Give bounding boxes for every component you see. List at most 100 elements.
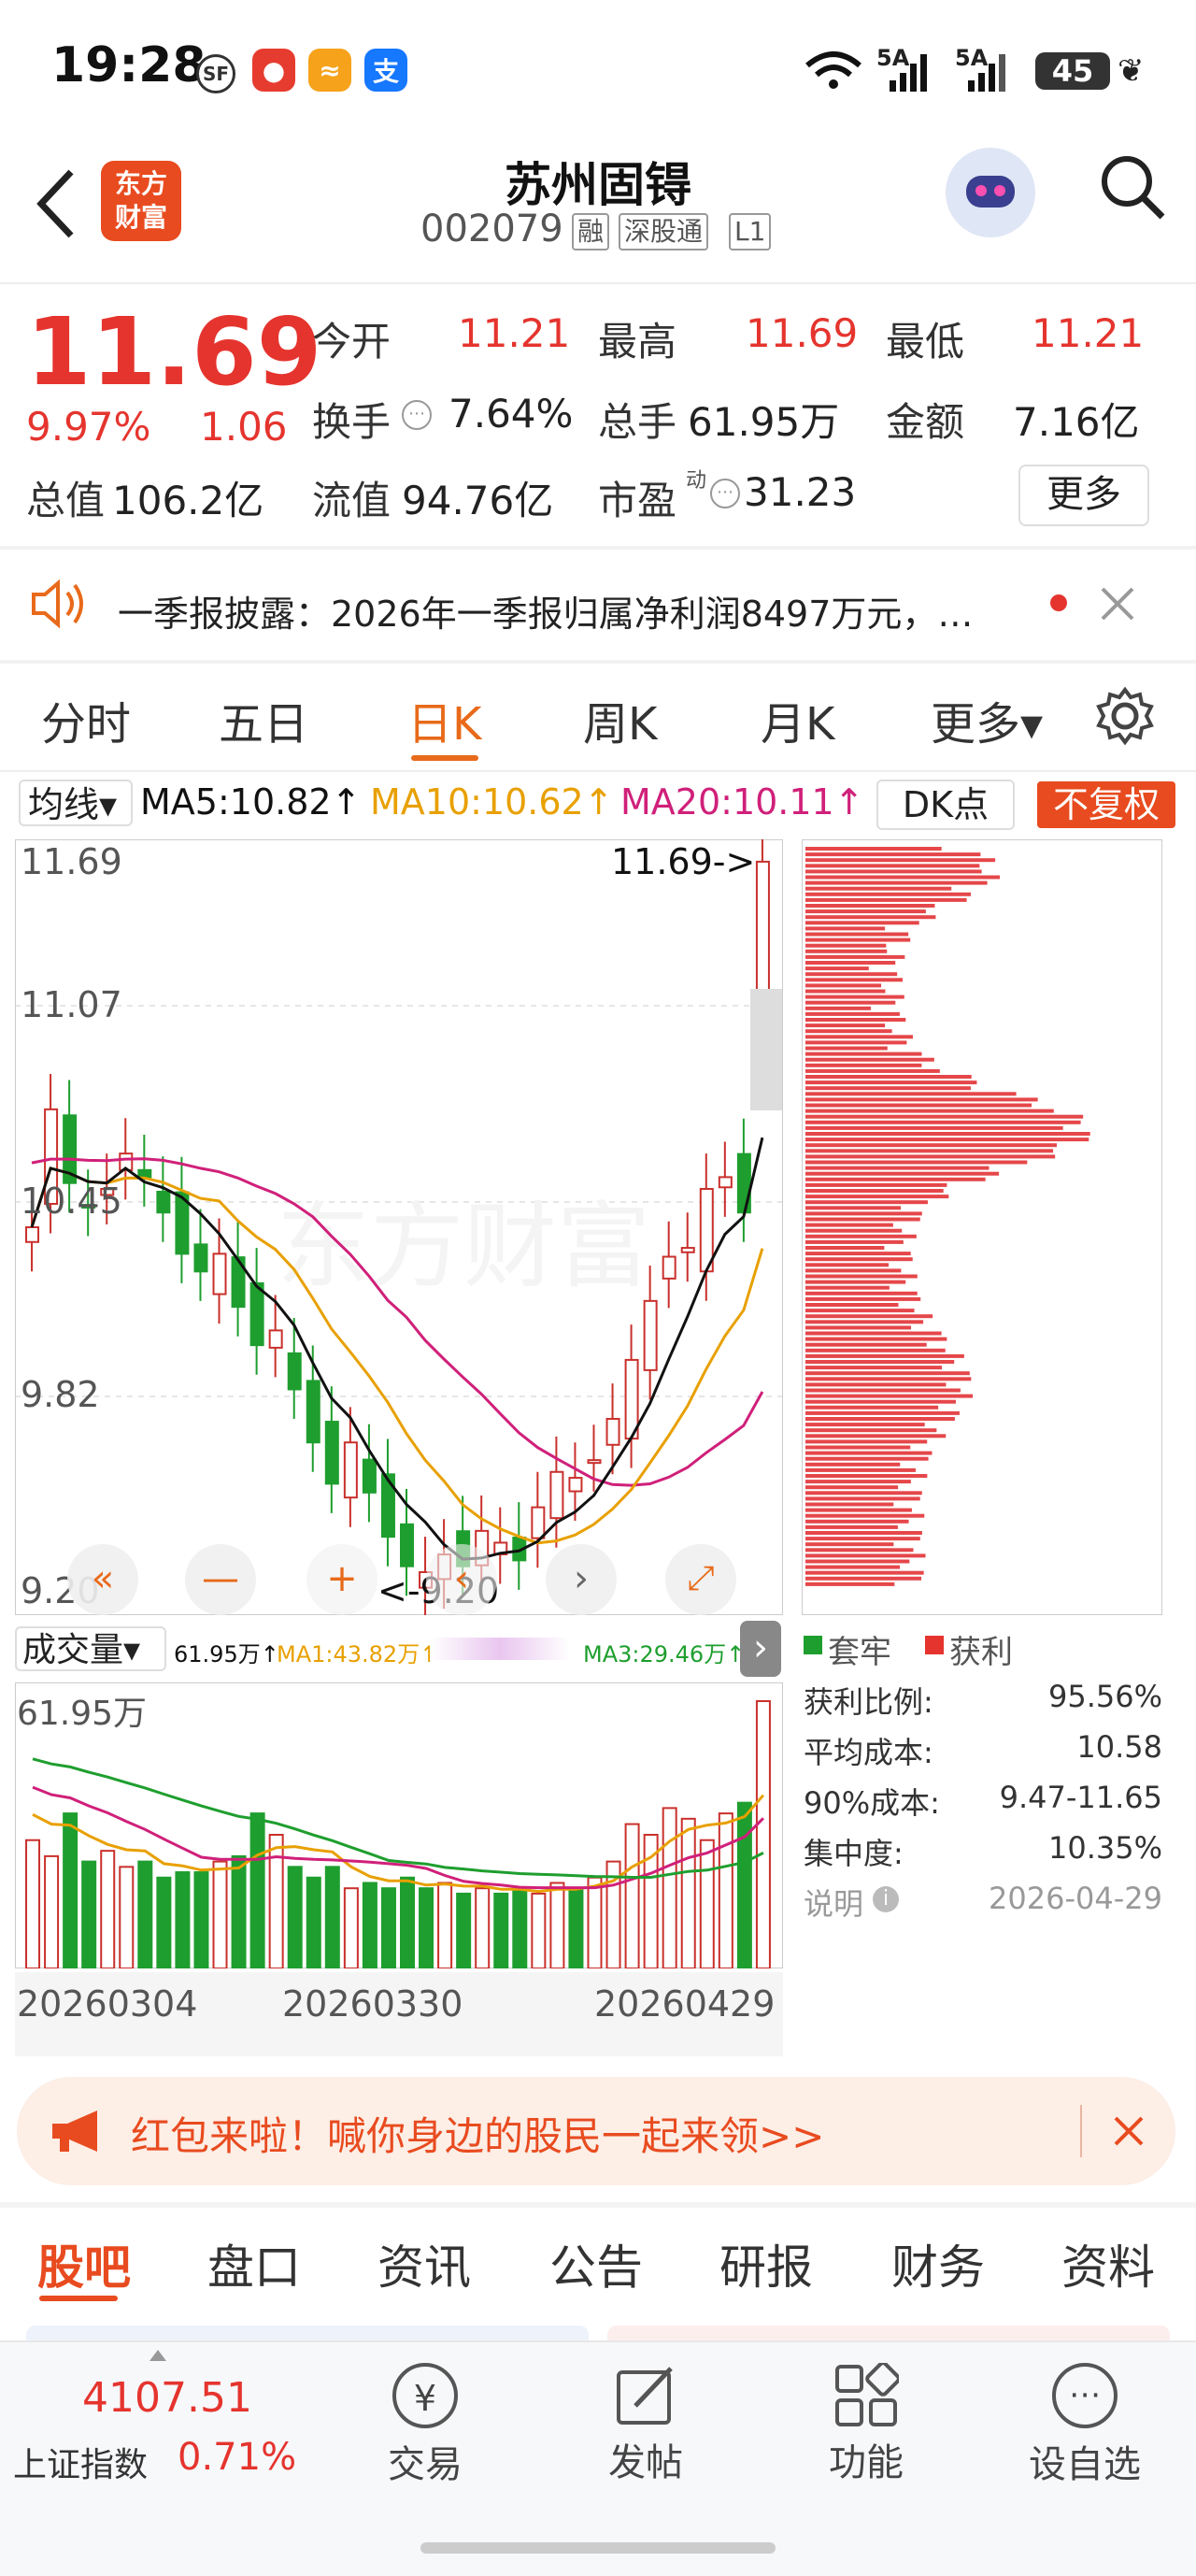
chip-bar [805,1217,920,1222]
nav-add-watchlist[interactable]: ⋯ 设自选 [1024,2363,1146,2488]
chip-bar [805,1138,1089,1142]
robot-avatar-icon[interactable] [946,148,1035,237]
chip-bar [805,1371,970,1376]
expand-side-icon[interactable]: › [740,1621,781,1677]
close-icon[interactable] [1099,585,1136,623]
nav-post[interactable]: 发帖 [594,2363,697,2486]
chip-bar [805,1467,916,1472]
info-icon[interactable]: ⋯ [710,479,740,508]
chip-note-label[interactable]: 说明 [804,1881,863,1924]
minus-icon[interactable]: — [185,1544,256,1615]
tab-weekly-k[interactable]: 周K [583,687,657,752]
chip-bar [805,904,935,908]
ma-selector[interactable]: 均线▾ [19,780,133,826]
tab-finance[interactable]: 财务 [891,2230,985,2297]
tab-more[interactable]: 更多▾ [931,687,1043,752]
chip-bar [805,1211,922,1216]
dk-point-button[interactable]: DK点 [876,780,1015,830]
chip-bar [805,1548,914,1553]
candle [343,1441,358,1499]
tab-monthly-k[interactable]: 月K [761,687,834,752]
chip-bar [805,1052,922,1056]
volume-bar [419,1887,434,1968]
grid-icon [835,2361,901,2426]
more-button[interactable]: 更多 [1018,465,1149,526]
kline-chart[interactable]: 东方财富 [15,839,783,1615]
nav-trade[interactable]: ¥ 交易 [374,2363,477,2488]
leaf-icon: ❦ [1118,52,1145,90]
chip-bar [805,1377,972,1381]
close-icon[interactable] [1112,2114,1146,2148]
search-icon[interactable] [1099,153,1166,221]
y-label-2: 11.07 [21,984,122,1025]
candle [287,1352,302,1391]
caret-up-icon[interactable] [150,2350,166,2361]
volume-bar [175,1871,191,1968]
volume-bar [44,1854,60,1968]
volume-bar [624,1823,640,1968]
chip-bar [805,1348,946,1352]
tab-intraday[interactable]: 分时 [41,687,131,752]
tab-pankou[interactable]: 盘口 [207,2230,301,2297]
chip-bar [805,1125,1063,1130]
chip-bar [805,1086,971,1091]
turnover-label: 换手 [312,399,392,445]
volume-bar [212,1860,228,1968]
candle [362,1458,377,1494]
tab-research[interactable]: 研报 [719,2230,813,2297]
volume-bar [512,1887,528,1968]
y-label-3: 10.45 [21,1181,122,1222]
chip-bar [805,1274,918,1279]
candle [736,1152,751,1214]
chip-bar [805,1405,939,1410]
chip-bar [805,1092,1017,1096]
amount-value: 7.16亿 [1013,399,1140,445]
candle [755,860,770,1005]
nav-functions[interactable]: 功能 [815,2361,918,2486]
index-name[interactable]: 上证指数 [13,2438,148,2486]
chip-bar [805,1553,926,1558]
chip-bar [805,1234,917,1238]
chevron-right-icon[interactable]: › [546,1544,617,1615]
candle [324,1421,339,1485]
expand-icon[interactable]: ⤢ [665,1544,736,1615]
rights-button[interactable]: 不复权 [1037,781,1175,828]
chip-bar [805,1189,944,1193]
chip-bar [805,1519,909,1524]
chip-bar [805,1120,1081,1124]
notice-text[interactable]: 一季报披露：2026年一季报归属净利润8497万元，… [118,585,973,637]
max-annotation: 11.69-> [611,841,756,882]
chip-bar [805,972,898,977]
chip-bar [805,1149,1054,1153]
mktcap-value: 106.2亿 [112,478,264,523]
chevrons-left-icon[interactable]: « [67,1544,138,1615]
volume-bar [362,1882,377,1968]
volume-selector[interactable]: 成交量▾ [15,1626,166,1671]
tab-profile[interactable]: 资料 [1061,2230,1155,2297]
tab-daily-k[interactable]: 日K [407,687,481,752]
candle [137,1168,152,1179]
chip-bar [805,1103,1032,1108]
chip-bar [805,1200,928,1205]
gear-icon[interactable] [1095,686,1155,746]
info-icon[interactable]: ⋯ [402,400,432,430]
tab-news[interactable]: 资讯 [377,2230,471,2297]
tab-guba[interactable]: 股吧 [37,2230,131,2297]
info-icon[interactable]: i [873,1886,899,1912]
chip-distribution-chart [802,839,1162,1615]
chip-bar [805,897,967,902]
chip-bar [805,1023,886,1028]
stock-code: 002079 [420,208,563,250]
promo-text[interactable]: 红包来啦！喊你身边的股民一起来领>> [131,2105,824,2162]
chip-bar [805,1109,1054,1113]
plus-icon[interactable]: + [306,1544,377,1615]
chip-bar [805,1040,907,1045]
legend-trapped-swatch [804,1636,822,1654]
tab-announcements[interactable]: 公告 [549,2230,643,2297]
chevron-left-icon[interactable]: ‹ [426,1544,497,1615]
chip-bar [805,1171,1000,1176]
tab-five-day[interactable]: 五日 [219,687,308,752]
chip-bar [805,880,988,885]
volume-value: 61.95万 [688,399,840,445]
index-value[interactable]: 4107.51 [82,2374,252,2422]
